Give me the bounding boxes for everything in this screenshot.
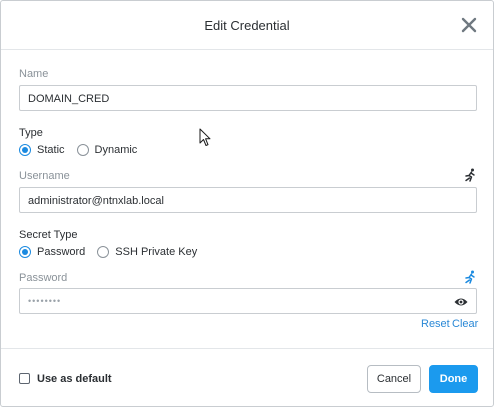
type-static-label[interactable]: Static [37, 144, 65, 156]
close-icon[interactable] [459, 15, 479, 35]
username-value: administrator@ntnxlab.local [28, 195, 164, 207]
type-static-radio[interactable] [19, 144, 31, 156]
mouse-cursor-icon [199, 128, 211, 146]
secret-ssh-key-label[interactable]: SSH Private Key [115, 246, 197, 258]
type-dynamic-label[interactable]: Dynamic [95, 144, 138, 156]
secret-password-radio[interactable] [19, 246, 31, 258]
type-dynamic-radio[interactable] [76, 144, 89, 156]
dialog-title: Edit Credential [204, 18, 290, 33]
name-value: DOMAIN_CRED [28, 93, 110, 105]
dialog-header: Edit Credential [1, 1, 493, 50]
reset-link[interactable]: Reset [421, 318, 450, 330]
password-label: Password [19, 272, 68, 284]
footer-divider [1, 348, 493, 349]
eye-icon[interactable] [454, 296, 468, 308]
username-input[interactable]: administrator@ntnxlab.local [19, 187, 477, 213]
type-radio-group: Static Dynamic [19, 143, 149, 157]
secret-type-radio-group: Password SSH Private Key [19, 245, 209, 259]
secret-password-label[interactable]: Password [37, 246, 85, 258]
edit-credential-dialog: Edit Credential Name DOMAIN_CRED Type St… [0, 0, 494, 407]
name-label: Name [19, 68, 49, 80]
password-mask: •••••••• [28, 296, 62, 306]
done-button[interactable]: Done [429, 365, 478, 393]
secret-type-label: Secret Type [19, 229, 78, 241]
type-label: Type [19, 127, 43, 139]
use-as-default-checkbox[interactable] [19, 373, 30, 384]
password-input[interactable]: •••••••• [19, 288, 477, 314]
name-input[interactable]: DOMAIN_CRED [19, 85, 477, 111]
username-label: Username [19, 170, 70, 182]
secret-ssh-key-radio[interactable] [97, 246, 110, 258]
runner-icon[interactable] [463, 168, 477, 182]
use-as-default-label[interactable]: Use as default [37, 373, 112, 385]
runner-icon-blue[interactable] [463, 270, 477, 284]
cancel-button[interactable]: Cancel [367, 365, 421, 393]
clear-link[interactable]: Clear [452, 318, 478, 330]
